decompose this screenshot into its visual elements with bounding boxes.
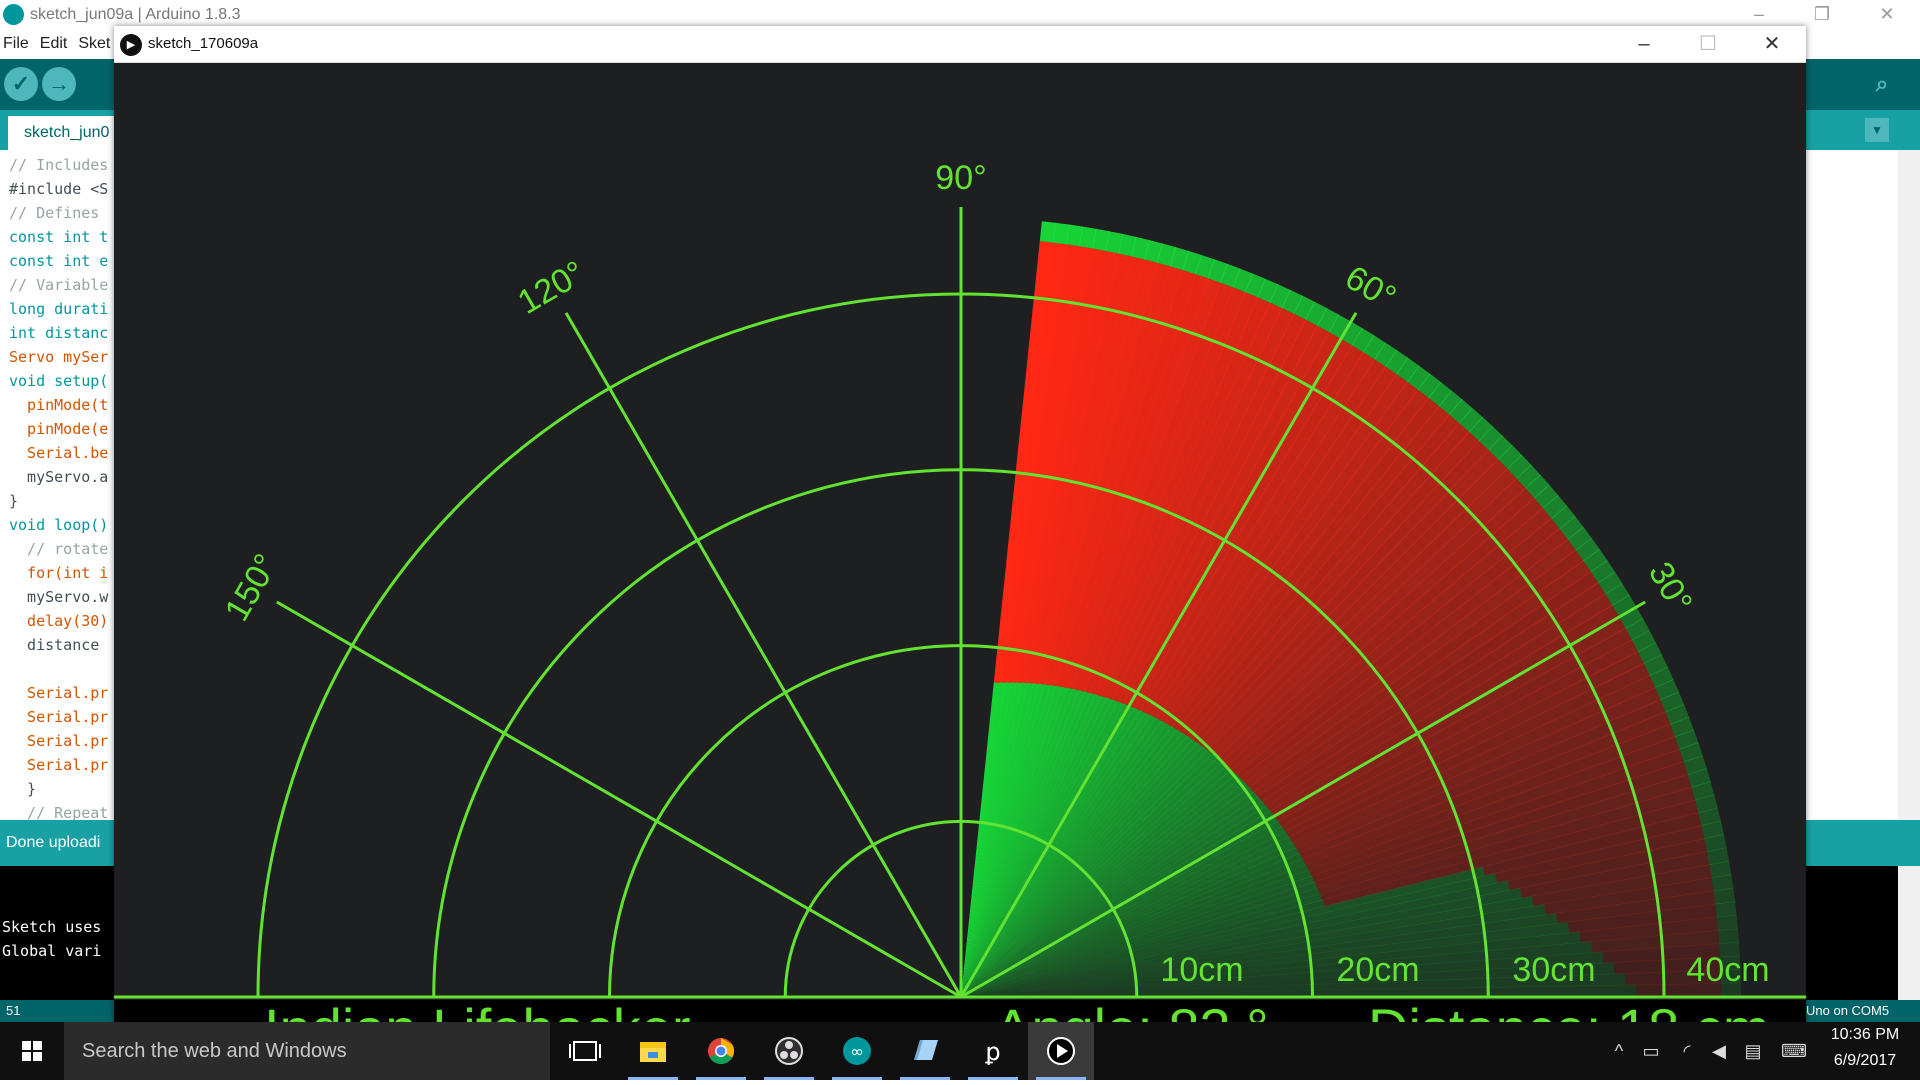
code-line: // Variable bbox=[9, 276, 109, 294]
keyboard-icon[interactable]: ⌨ bbox=[1778, 1040, 1810, 1062]
code-line: Serial.pr bbox=[9, 732, 109, 750]
notepad-icon[interactable] bbox=[892, 1022, 958, 1080]
code-line: distance bbox=[9, 636, 109, 654]
code-line: void loop() bbox=[9, 516, 109, 534]
code-line: // Defines bbox=[9, 204, 100, 222]
clock-time[interactable]: 10:36 PM bbox=[1818, 1026, 1912, 1044]
processing-play-icon: ▶ bbox=[120, 34, 142, 56]
arduino-icon[interactable]: ∞ bbox=[824, 1022, 890, 1080]
console-line: Sketch uses bbox=[2, 918, 102, 936]
sketch-titlebar: ▶ sketch_170609a – ☐ ✕ bbox=[114, 26, 1806, 63]
sketch-minimize-icon[interactable]: – bbox=[1612, 26, 1676, 62]
obs-icon[interactable] bbox=[756, 1022, 822, 1080]
wifi-icon[interactable]: ◜ bbox=[1676, 1040, 1698, 1062]
sketch-maximize-icon[interactable]: ☐ bbox=[1676, 26, 1740, 62]
distance-readout: Distance: 18 cm bbox=[1368, 997, 1770, 1022]
verify-button[interactable]: ✓ bbox=[4, 67, 38, 101]
angle-label-90: 90° bbox=[935, 159, 986, 197]
taskbar-search-box[interactable]: Search the web and Windows bbox=[64, 1022, 550, 1080]
code-line: Serial.be bbox=[9, 444, 109, 462]
tab-menu-icon[interactable]: ▼ bbox=[1865, 118, 1889, 142]
board-port-label: Uno on COM5 bbox=[1806, 1003, 1890, 1018]
line-number: 51 bbox=[6, 1003, 21, 1018]
code-line: myServo.a bbox=[9, 468, 109, 486]
code-line: } bbox=[9, 780, 37, 798]
range-label-10cm: 10cm bbox=[1160, 951, 1243, 989]
clock-date[interactable]: 6/9/2017 bbox=[1818, 1052, 1912, 1070]
ide-close-icon[interactable]: ✕ bbox=[1858, 0, 1916, 29]
console-scrollbar[interactable] bbox=[1898, 866, 1920, 1000]
code-line: #include <S bbox=[9, 180, 109, 198]
code-line: Serial.pr bbox=[9, 708, 109, 726]
upload-button[interactable]: → bbox=[42, 67, 76, 101]
code-line: const int t bbox=[9, 228, 109, 246]
code-line: myServo.w bbox=[9, 588, 109, 606]
svg-text:∞: ∞ bbox=[850, 1042, 863, 1061]
tray-chevron-icon[interactable]: ^ bbox=[1608, 1040, 1630, 1062]
volume-icon[interactable]: ◀ bbox=[1708, 1040, 1730, 1062]
range-label-40cm: 40cm bbox=[1686, 951, 1769, 989]
menu-sketch[interactable]: Sket bbox=[78, 35, 110, 52]
chrome-icon[interactable] bbox=[688, 1022, 754, 1080]
scan-fringe bbox=[1718, 928, 1740, 944]
ide-restore-icon[interactable]: ❐ bbox=[1793, 0, 1851, 29]
battery-icon[interactable]: ▭ bbox=[1640, 1040, 1662, 1062]
radar-display: 30° 60° 90° 120° 150° 10cm 20cm 30cm 40c… bbox=[114, 63, 1806, 1022]
menu-file[interactable]: File bbox=[3, 35, 29, 52]
code-line: // rotate bbox=[9, 540, 109, 558]
start-button[interactable] bbox=[0, 1022, 64, 1080]
tab-sketch[interactable]: sketch_jun0 bbox=[8, 116, 116, 150]
brand-text: Indian Lifehacker bbox=[264, 997, 691, 1022]
ide-window-title: sketch_jun09a | Arduino 1.8.3 bbox=[30, 6, 241, 23]
code-line: for(int i bbox=[9, 564, 109, 582]
processing-icon[interactable]: ꝑ bbox=[960, 1022, 1026, 1080]
svg-text:ꝑ: ꝑ bbox=[984, 1038, 1000, 1066]
code-line: pinMode(e bbox=[9, 420, 109, 438]
taskbar: Search the web and Windows ∞ ꝑ ^ ▭ ◜ ◀ ▤… bbox=[0, 1022, 1920, 1080]
play-icon[interactable] bbox=[1028, 1022, 1094, 1080]
code-line: Serial.pr bbox=[9, 684, 109, 702]
ide-minimize-icon[interactable]: – bbox=[1730, 0, 1788, 29]
sketch-window-title: sketch_170609a bbox=[148, 35, 259, 52]
range-label-30cm: 30cm bbox=[1512, 951, 1595, 989]
code-line: long durati bbox=[9, 300, 109, 318]
scan-fringe bbox=[1039, 221, 1057, 243]
code-line: void setup( bbox=[9, 372, 109, 390]
code-line: Servo mySer bbox=[9, 348, 109, 366]
code-line: int distanc bbox=[9, 324, 109, 342]
angle-readout: Angle: 83 ° bbox=[994, 997, 1269, 1022]
task-view-icon[interactable] bbox=[552, 1022, 618, 1080]
sketch-window: ▶ sketch_170609a – ☐ ✕ 30° 60° 90° 120° … bbox=[114, 26, 1806, 1022]
code-line: const int e bbox=[9, 252, 109, 270]
upload-status-text: Done uploadi bbox=[6, 834, 101, 851]
code-line: Serial.pr bbox=[9, 756, 109, 774]
sketch-close-icon[interactable]: ✕ bbox=[1740, 26, 1804, 62]
notifications-icon[interactable]: ▤ bbox=[1742, 1040, 1764, 1062]
windows-logo-icon bbox=[22, 1041, 42, 1061]
arduino-logo-icon bbox=[3, 4, 24, 25]
ide-titlebar: sketch_jun09a | Arduino 1.8.3 – ❐ ✕ bbox=[0, 0, 1920, 29]
range-label-20cm: 20cm bbox=[1336, 951, 1419, 989]
editor-scrollbar[interactable] bbox=[1898, 150, 1920, 820]
code-line: // Includes bbox=[9, 156, 109, 174]
code-line: } bbox=[9, 492, 19, 510]
serial-monitor-icon[interactable]: ⌕ bbox=[1865, 67, 1899, 101]
menu-edit[interactable]: Edit bbox=[40, 35, 68, 52]
code-line: pinMode(t bbox=[9, 396, 109, 414]
code-line: delay(30) bbox=[9, 612, 109, 630]
ide-menubar: File Edit Sket bbox=[0, 29, 115, 59]
console-line: Global vari bbox=[2, 942, 102, 960]
file-explorer-icon[interactable] bbox=[620, 1022, 686, 1080]
